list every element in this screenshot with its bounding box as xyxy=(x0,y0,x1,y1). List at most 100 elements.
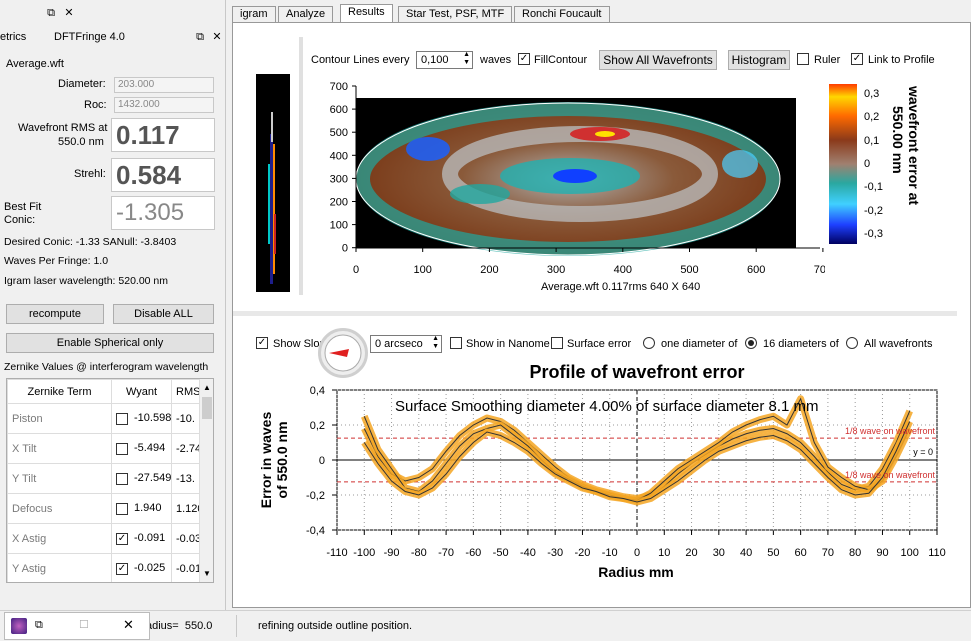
y-axis-title-1: Error in waves xyxy=(258,412,274,509)
zernike-wyant-value: -0.091 xyxy=(134,532,166,545)
scroll-thumb[interactable] xyxy=(202,397,212,419)
show-slope-checkbox[interactable]: ✓ xyxy=(256,337,268,349)
close-icon[interactable]: ✕ xyxy=(210,30,224,44)
tab-analyze[interactable]: Analyze xyxy=(278,6,334,22)
contour-spinbox[interactable]: 0,100 ▲ ▼ xyxy=(416,51,473,69)
float-icon[interactable]: ⧉ xyxy=(44,6,58,20)
spin-up-icon[interactable]: ▲ xyxy=(463,51,470,58)
zernike-enable-checkbox[interactable] xyxy=(116,442,128,455)
contour-plot[interactable]: 0 100 200 300 400 500 600 700 700 600 500 400 300 20… xyxy=(300,74,825,299)
x-tick-label: 0 xyxy=(634,547,640,559)
zernike-enable-checkbox[interactable] xyxy=(116,472,128,485)
close-icon[interactable]: ✕ xyxy=(62,6,76,20)
scroll-up-icon[interactable]: ▲ xyxy=(203,383,211,392)
table-row[interactable]: Y Tilt -27.549 -13. xyxy=(7,463,202,494)
spin-down-icon[interactable]: ▼ xyxy=(432,343,439,350)
profile-title: Profile of wavefront error xyxy=(529,362,744,382)
smoothing-annotation: Surface Smoothing diameter 4.00% of surf… xyxy=(395,398,819,415)
zernike-wyant-cell: 1.940 xyxy=(111,493,172,524)
col-header-wyant[interactable]: Wyant xyxy=(111,379,172,404)
profile-chart[interactable]: Profile of wavefront error Error in wave… xyxy=(255,360,955,590)
disable-all-button[interactable]: Disable ALL xyxy=(113,304,214,324)
y-tick-label: -0,2 xyxy=(306,490,325,502)
ruler-label: Ruler xyxy=(814,54,841,66)
table-row[interactable]: Defocus 1.940 1.120 xyxy=(7,493,202,524)
col-header-term[interactable]: Zernike Term xyxy=(7,379,112,404)
roc-field[interactable]: 1432.000 xyxy=(114,97,214,113)
wavefront-thumbnail[interactable] xyxy=(256,74,290,292)
x-tick-label: 300 xyxy=(547,264,565,276)
thumbnail-graphic xyxy=(268,112,276,284)
link-profile-checkbox[interactable]: ✓ xyxy=(851,53,863,65)
roc-label: Roc: xyxy=(84,99,107,111)
minimized-window[interactable]: ⧉ ☐ ✕ xyxy=(4,612,150,640)
colorbar xyxy=(829,84,857,244)
contour-high xyxy=(595,131,615,137)
tab-ronchi[interactable]: Ronchi Foucault xyxy=(514,6,610,22)
enable-spherical-button[interactable]: Enable Spherical only xyxy=(6,333,214,353)
scroll-down-icon[interactable]: ▼ xyxy=(203,569,211,578)
tab-results[interactable]: Results xyxy=(340,4,393,23)
tab-star-test[interactable]: Star Test, PSF, MTF xyxy=(398,6,513,22)
zernike-enable-checkbox[interactable] xyxy=(116,412,128,425)
show-nanometers-label: Show in Nanome xyxy=(466,338,550,350)
all-wavefronts-radio[interactable] xyxy=(846,337,858,349)
fill-contour-label: FillContour xyxy=(534,54,588,66)
y-tick-label: 0 xyxy=(342,243,348,255)
ruler-checkbox[interactable] xyxy=(797,53,809,65)
colorbar-tick-label: -0,2 xyxy=(864,204,883,217)
fill-contour-checkbox[interactable]: ✓ xyxy=(518,53,530,65)
histogram-button[interactable]: Histogram xyxy=(728,50,790,70)
x-tick-label: 110 xyxy=(928,547,946,559)
table-row[interactable]: Piston -10.598 -10. xyxy=(7,403,202,434)
thumb-line xyxy=(274,214,276,254)
x-tick-label: 90 xyxy=(876,547,888,559)
tab-igram[interactable]: igram xyxy=(232,6,276,22)
y-tick-label: 300 xyxy=(330,173,348,185)
bestfit-conic-value: -1.305 xyxy=(111,196,215,230)
colorbar-tick-label: -0,1 xyxy=(864,181,883,194)
sixteen-diameters-label: 16 diameters of xyxy=(763,338,839,350)
horizontal-splitter[interactable] xyxy=(233,311,957,316)
zernike-enable-checkbox[interactable]: ✓ xyxy=(116,532,128,545)
table-row[interactable]: X Astig ✓ -0.091 -0.03 xyxy=(7,523,202,554)
wavefront-rms-label: Wavefront RMS at xyxy=(18,122,108,134)
zernike-table-wrap[interactable]: Zernike Term Wyant RMS Piston -10.598 -10.… xyxy=(6,378,214,583)
show-nanometers-checkbox[interactable] xyxy=(450,337,462,349)
y-tick-label: 400 xyxy=(330,150,348,162)
spin-down-icon[interactable]: ▼ xyxy=(463,59,470,66)
wavefront-rms-value: 0.117 xyxy=(111,118,215,152)
x-tick-label: 80 xyxy=(849,547,861,559)
dock-tab-metrics[interactable]: etrics xyxy=(0,31,26,43)
zernike-rms-value: 1.120 xyxy=(171,493,202,524)
restore-icon[interactable]: ⧉ xyxy=(35,619,43,632)
table-row[interactable]: Y Astig ✓ -0.025 -0.01 xyxy=(7,553,202,582)
x-tick-label: -30 xyxy=(547,547,563,559)
x-tick-label: 400 xyxy=(614,264,632,276)
surface-error-checkbox[interactable] xyxy=(551,337,563,349)
one-diameter-radio[interactable] xyxy=(643,337,655,349)
show-all-wavefronts-button[interactable]: Show All Wavefronts xyxy=(599,50,717,70)
zernike-rms-value: -13. xyxy=(171,463,202,494)
table-row[interactable]: X Tilt -5.494 -2.74 xyxy=(7,433,202,464)
float-icon[interactable]: ⧉ xyxy=(193,30,207,44)
link-profile-label: Link to Profile xyxy=(868,54,935,66)
y-tick-label: 700 xyxy=(330,81,348,93)
zernike-enable-checkbox[interactable]: ✓ xyxy=(116,562,128,575)
y-axis-title-2: of 550.0 nm xyxy=(274,421,290,498)
diameter-field[interactable]: 203.000 xyxy=(114,77,214,93)
spin-up-icon[interactable]: ▲ xyxy=(432,335,439,342)
close-icon[interactable]: ✕ xyxy=(123,617,134,633)
zernike-scrollbar[interactable]: ▲ ▼ xyxy=(199,379,213,582)
col-header-rms[interactable]: RMS xyxy=(171,379,202,404)
slope-spinbox[interactable]: 0 arcseco ▲ ▼ xyxy=(370,335,442,353)
maximize-icon[interactable]: ☐ xyxy=(79,618,89,631)
colorbar-label-2: 550.00 nm xyxy=(890,106,906,174)
zernike-enable-checkbox[interactable] xyxy=(116,502,128,515)
strehl-value: 0.584 xyxy=(111,158,215,192)
sixteen-diameters-radio[interactable] xyxy=(745,337,757,349)
x-tick-label: -10 xyxy=(602,547,618,559)
y-tick-label: 200 xyxy=(330,197,348,209)
recompute-button[interactable]: recompute xyxy=(6,304,104,324)
contour-band xyxy=(450,184,510,204)
